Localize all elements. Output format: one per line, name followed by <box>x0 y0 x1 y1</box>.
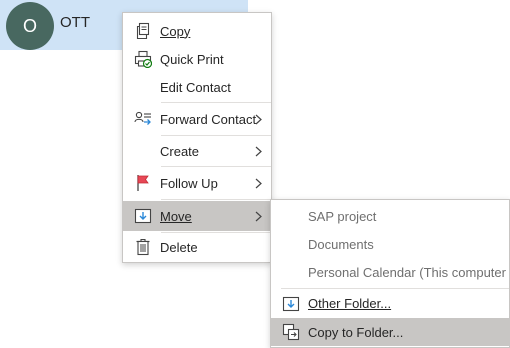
menu-item-label: Move <box>160 208 192 224</box>
move-to-folder-icon <box>133 206 153 226</box>
submenu-item-label: Copy to Folder... <box>308 324 404 340</box>
menu-item-label: Quick Print <box>160 51 224 67</box>
menu-item-label: Copy <box>160 23 191 39</box>
menu-item-edit-contact[interactable]: Edit Contact <box>123 73 271 101</box>
avatar: O <box>6 2 54 50</box>
folder-name: Personal Calendar (This computer ... <box>308 264 510 280</box>
submenu-item-label: Other Folder... <box>308 296 392 311</box>
submenu-item-copy-to-folder[interactable]: Copy to Folder... <box>271 318 509 346</box>
menu-item-label: Follow Up <box>160 175 218 191</box>
chevron-right-icon <box>253 177 263 189</box>
contact-name: OTT <box>60 14 90 31</box>
menu-item-label: Delete <box>160 239 198 255</box>
quick-print-icon <box>133 49 153 69</box>
menu-item-delete[interactable]: Delete <box>123 233 271 261</box>
move-to-folder-icon <box>281 294 301 314</box>
trash-icon <box>133 237 153 257</box>
menu-item-quick-print[interactable]: Quick Print <box>123 45 271 73</box>
submenu-item-recent-folder[interactable]: Personal Calendar (This computer ... <box>271 258 510 286</box>
menu-separator <box>161 199 271 200</box>
red-flag-icon <box>133 173 153 193</box>
context-menu: Copy Quick Print Edit Contact Forward Co… <box>122 12 272 263</box>
folder-name: Documents <box>308 236 374 252</box>
menu-item-forward-contact[interactable]: Forward Contact <box>123 104 271 134</box>
copy-to-folder-icon <box>281 322 301 342</box>
submenu-item-recent-folder[interactable]: SAP project <box>271 202 509 230</box>
submenu-item-other-folder[interactable]: Other Folder... <box>271 289 509 318</box>
folder-name: SAP project <box>308 208 377 224</box>
forward-contact-icon <box>133 109 153 129</box>
move-submenu: SAP project Documents Personal Calendar … <box>270 199 510 348</box>
menu-item-follow-up[interactable]: Follow Up <box>123 168 271 198</box>
copy-icon <box>133 21 153 41</box>
menu-separator <box>161 166 271 167</box>
avatar-initial: O <box>22 15 37 36</box>
menu-item-create[interactable]: Create <box>123 137 271 165</box>
menu-item-label: Forward Contact <box>160 111 257 127</box>
menu-item-move[interactable]: Move <box>123 201 271 231</box>
menu-separator <box>161 135 271 136</box>
chevron-right-icon <box>253 113 263 125</box>
submenu-item-recent-folder[interactable]: Documents <box>271 230 509 258</box>
chevron-right-icon <box>253 145 263 157</box>
menu-separator <box>161 102 271 103</box>
menu-item-copy[interactable]: Copy <box>123 17 271 45</box>
menu-item-label: Edit Contact <box>160 79 231 95</box>
menu-item-label: Create <box>160 143 200 159</box>
chevron-right-icon <box>253 210 263 222</box>
